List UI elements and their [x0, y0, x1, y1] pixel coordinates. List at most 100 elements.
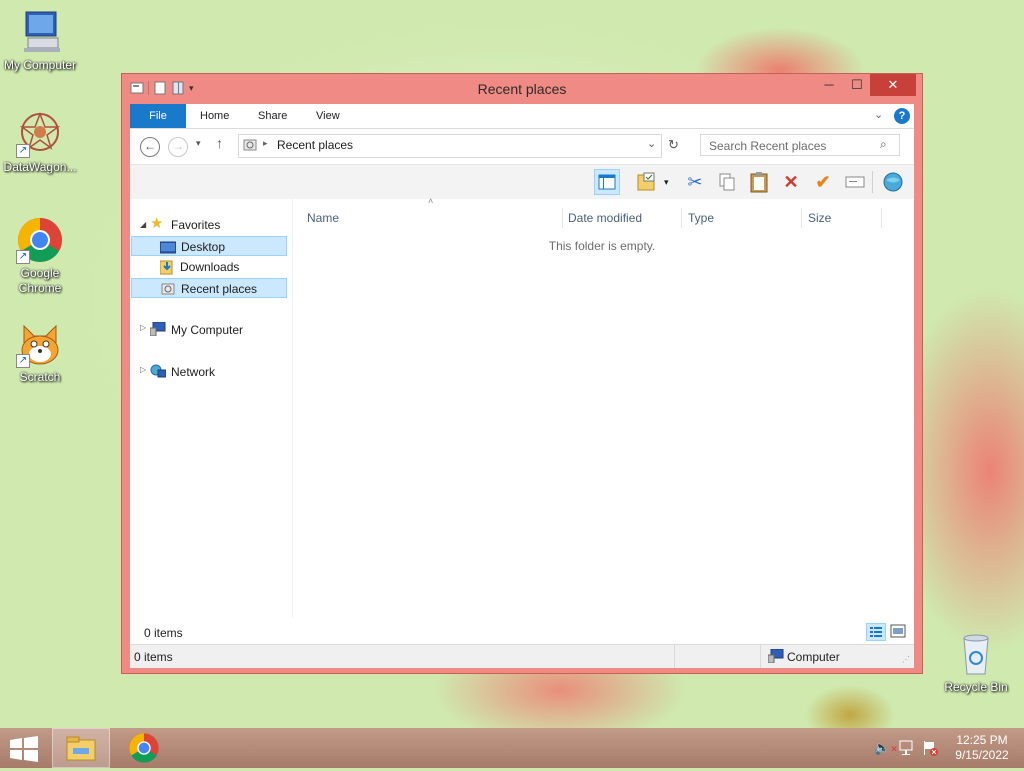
window-title: Recent places [477, 81, 567, 97]
file-list: ˄ Name Date modified Type Size This fold… [296, 196, 914, 618]
desktop-icon-label: Recycle Bin [944, 680, 1008, 694]
taskbar-file-explorer[interactable] [52, 728, 110, 768]
globe-icon[interactable] [880, 169, 906, 195]
nav-network[interactable]: Network [171, 362, 215, 382]
desktop-icon-datawagon[interactable]: ↗ DataWagon... [0, 110, 80, 175]
computer-icon [16, 8, 64, 56]
shortcut-arrow-icon: ↗ [16, 354, 30, 368]
network-status-icon[interactable] [898, 740, 914, 759]
resize-grip-icon[interactable]: ⋰ [902, 655, 910, 664]
desktop-icon-label: Scratch [19, 370, 61, 384]
navigation-pane: ◢ ★ Favorites Desktop Downloads Recent p… [130, 198, 290, 618]
recycle-bin-icon [952, 630, 1000, 678]
help-icon[interactable]: ? [894, 108, 910, 124]
desktop-icon-recycle-bin[interactable]: Recycle Bin [936, 630, 1016, 695]
folder-options-icon[interactable] [634, 169, 660, 195]
nav-item-recent-places[interactable]: Recent places [131, 278, 287, 298]
toolbar-separator [872, 171, 873, 193]
preview-pane-button[interactable] [594, 169, 620, 195]
clock-time: 12:25 PM [956, 733, 1008, 747]
nav-item-label: Downloads [180, 260, 240, 274]
start-button[interactable] [10, 736, 38, 762]
address-row: ← → ▾ ↑ ▸ Recent places ⌄ ↻ Search Recen… [130, 129, 914, 161]
clock[interactable]: 12:25 PM 9/15/2022 [948, 733, 1016, 763]
breadcrumb-separator-icon: ▸ [263, 138, 268, 148]
status-divider [760, 645, 761, 668]
cut-icon[interactable]: ✂ [682, 169, 708, 195]
refresh-icon[interactable]: ↻ [668, 137, 679, 153]
column-header-date-modified[interactable]: Date modified [562, 208, 682, 228]
tab-home[interactable]: Home [186, 104, 243, 128]
status-item-count: 0 items [134, 650, 173, 664]
recent-places-icon [161, 282, 175, 302]
nav-my-computer[interactable]: My Computer [171, 320, 243, 340]
address-path: Recent places [277, 138, 354, 152]
desktop-icon-scratch[interactable]: ↗ Scratch [0, 320, 80, 385]
desktop-icon-my-computer[interactable]: My Computer [0, 8, 80, 73]
folder-options-dropdown-icon[interactable]: ▾ [664, 177, 669, 188]
nav-favorites[interactable]: Favorites [171, 215, 220, 235]
expand-my-computer-icon[interactable]: ▷ [140, 323, 146, 332]
minimize-button[interactable]: ─ [814, 74, 844, 96]
rename-icon[interactable] [842, 169, 868, 195]
column-header-size[interactable]: Size [802, 208, 882, 228]
copy-icon[interactable] [714, 169, 740, 195]
checkmark-icon[interactable]: ✔ [810, 169, 836, 195]
taskbar: 🔈✕ 12:25 PM 9/15/2022 [0, 728, 1024, 768]
address-bar[interactable]: ▸ Recent places ⌄ [238, 134, 662, 158]
large-icons-view-button[interactable] [890, 624, 906, 641]
custom-toolbar: ▾ ✂ ✕ ✔ [130, 164, 914, 199]
chrome-icon [129, 733, 159, 763]
favorites-star-icon: ★ [150, 215, 164, 232]
item-count: 0 items [144, 626, 183, 640]
search-icon: ⌕ [880, 137, 887, 151]
shortcut-arrow-icon: ↗ [16, 250, 30, 264]
nav-item-label: Recent places [181, 282, 258, 296]
expand-network-icon[interactable]: ▷ [140, 365, 146, 374]
recent-places-icon [243, 138, 257, 155]
window-body: File Home Share View ⌄ ? ← → ▾ ↑ ▸ Recen… [130, 104, 914, 668]
my-computer-icon [149, 321, 166, 339]
nav-item-desktop[interactable]: Desktop [131, 236, 287, 256]
ribbon-tabs: File Home Share View ⌄ ? [130, 104, 914, 129]
desktop-icon-label: Google Chrome [18, 266, 62, 295]
desktop-icon-label: My Computer [3, 58, 77, 72]
taskbar-chrome[interactable] [124, 728, 164, 768]
recent-locations-dropdown-icon[interactable]: ▾ [196, 138, 201, 149]
maximize-button[interactable]: ☐ [842, 74, 872, 96]
status-bar: 0 items Computer ⋰ [130, 644, 914, 668]
scratch-cat-icon: ↗ [16, 320, 64, 368]
forward-button[interactable]: → [168, 137, 188, 157]
title-bar[interactable]: ▾ Recent places ─ ☐ ✕ [122, 74, 922, 104]
datawagon-icon: ↗ [16, 110, 64, 158]
details-bar: 0 items [130, 622, 914, 644]
column-header-name[interactable]: Name [301, 208, 563, 228]
paste-icon[interactable] [746, 169, 772, 195]
back-button[interactable]: ← [140, 137, 160, 157]
computer-zone-icon [767, 648, 784, 666]
tab-view[interactable]: View [302, 104, 354, 128]
address-dropdown-icon[interactable]: ⌄ [647, 137, 656, 150]
empty-folder-message: This folder is empty. [548, 239, 656, 253]
up-arrow-icon[interactable]: ↑ [216, 135, 223, 151]
action-center-flag-icon[interactable] [922, 740, 938, 759]
collapse-favorites-icon[interactable]: ◢ [140, 220, 146, 229]
column-header-type[interactable]: Type [682, 208, 802, 228]
tab-file[interactable]: File [130, 104, 186, 128]
expand-ribbon-icon[interactable]: ⌄ [874, 108, 883, 121]
tab-share[interactable]: Share [244, 104, 301, 128]
search-input[interactable]: Search Recent places [700, 134, 900, 156]
pane-divider[interactable] [292, 198, 293, 618]
status-divider [674, 645, 675, 668]
volume-muted-icon[interactable]: 🔈✕ [874, 740, 898, 756]
delete-icon[interactable]: ✕ [778, 169, 804, 195]
close-button[interactable]: ✕ [870, 74, 916, 96]
chrome-icon: ↗ [16, 216, 64, 264]
clock-date: 9/15/2022 [955, 748, 1009, 762]
nav-item-downloads[interactable]: Downloads [131, 257, 287, 277]
desktop-icon-label: DataWagon... [3, 160, 77, 174]
status-zone-label: Computer [787, 650, 840, 664]
details-view-button[interactable] [866, 623, 886, 641]
desktop-icon-google-chrome[interactable]: ↗ Google Chrome [0, 216, 80, 296]
nav-item-label: Desktop [181, 240, 226, 254]
